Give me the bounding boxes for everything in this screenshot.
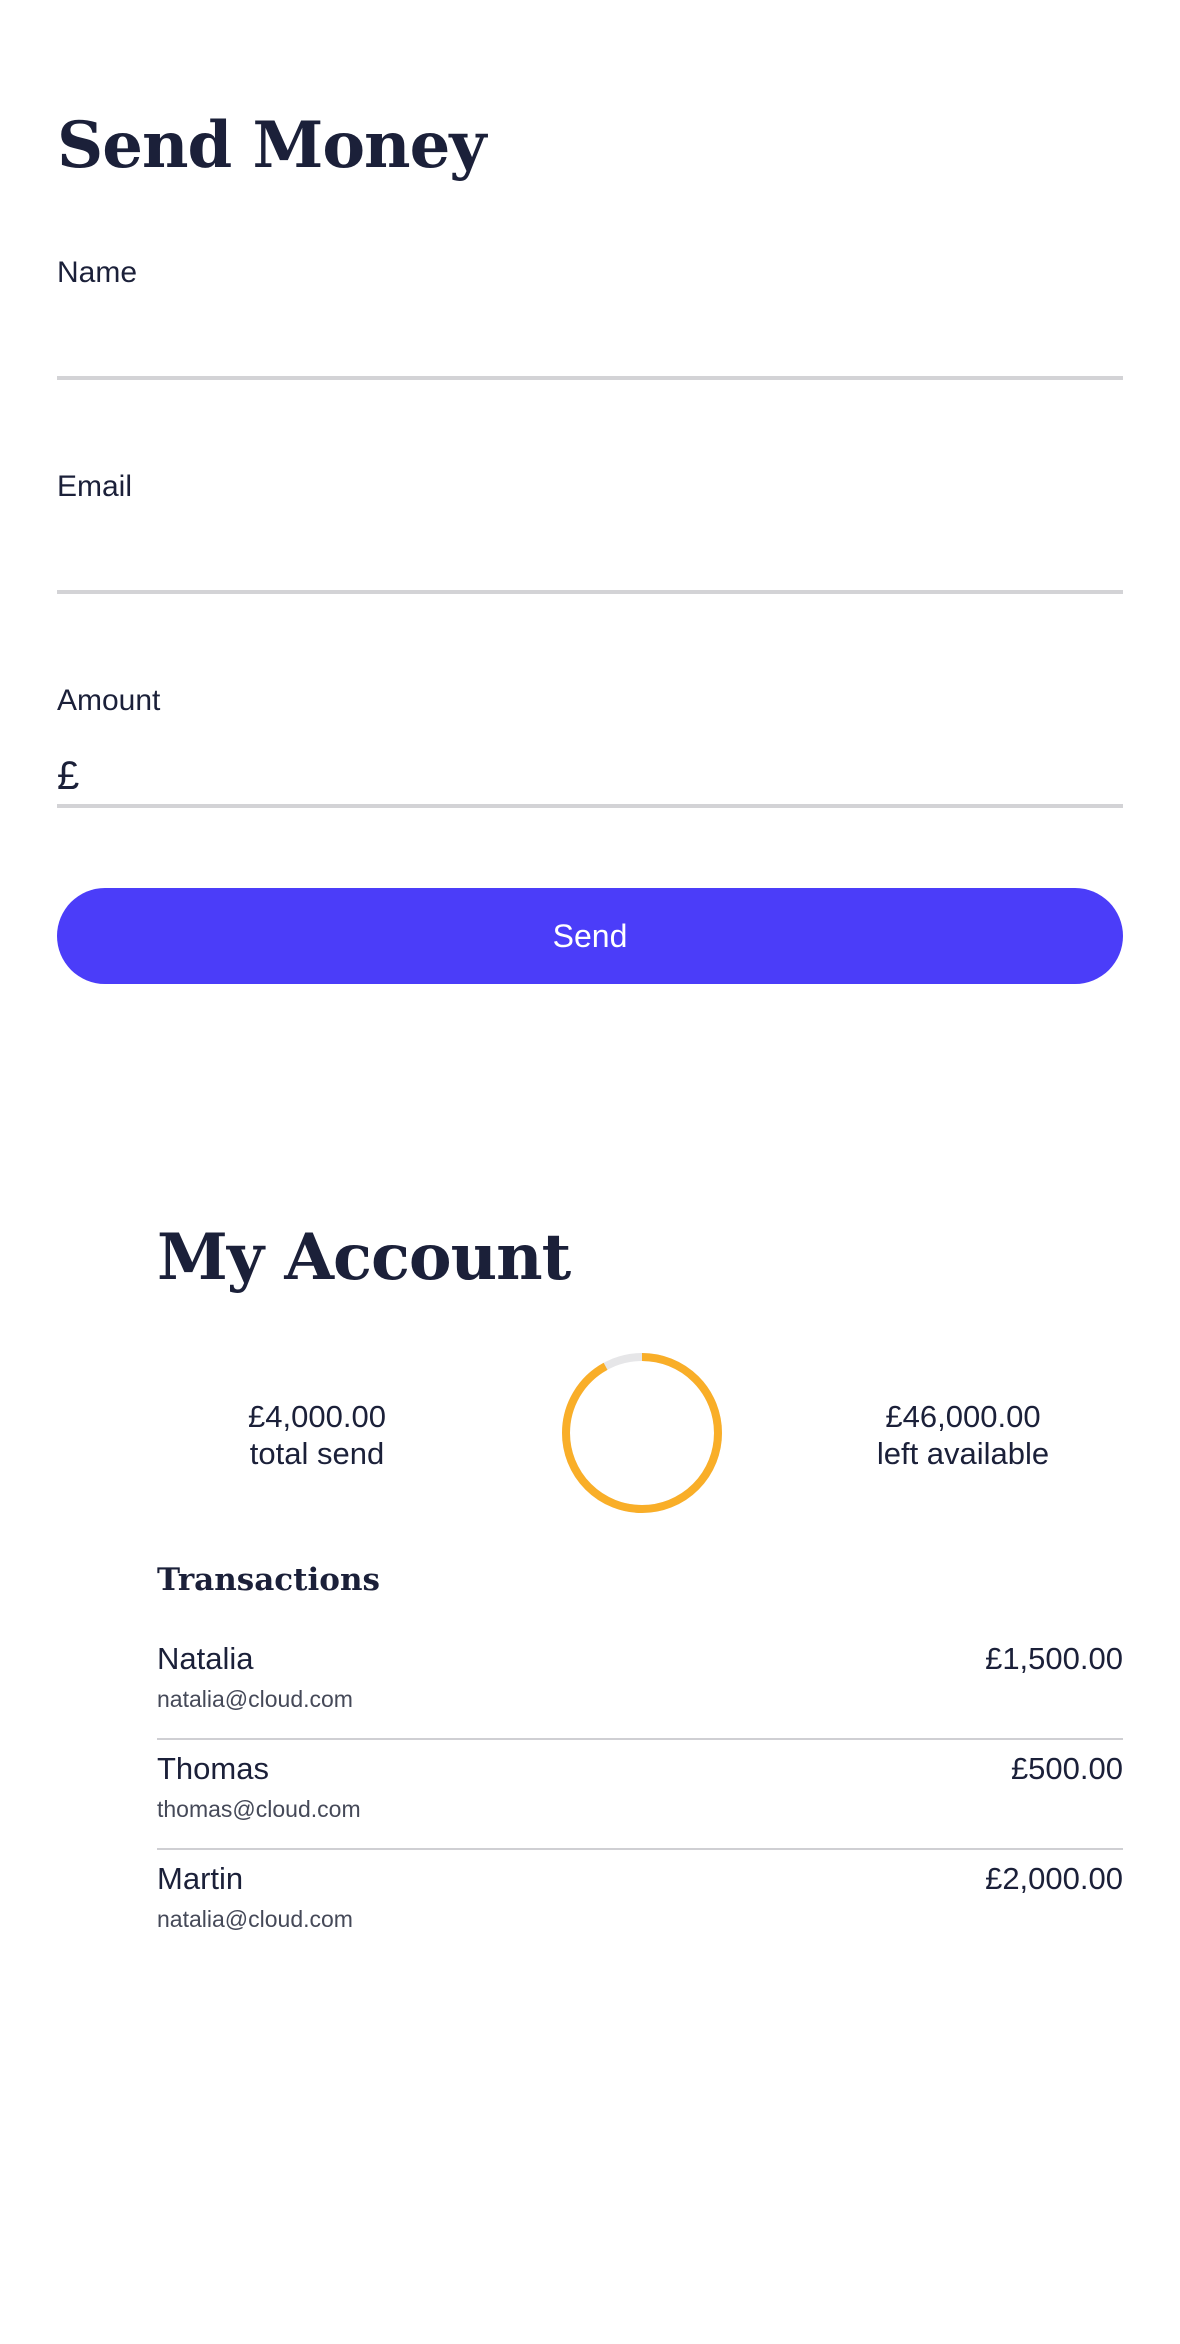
transaction-email: natalia@cloud.com <box>157 1686 353 1712</box>
transaction-row[interactable]: Thomas thomas@cloud.com £500.00 <box>157 1740 1123 1850</box>
transaction-email: natalia@cloud.com <box>157 1906 353 1932</box>
left-available-amount: £46,000.00 <box>885 1399 1041 1434</box>
email-input[interactable] <box>57 524 1123 594</box>
amount-label: Amount <box>57 684 161 717</box>
transactions-list: Natalia natalia@cloud.com £1,500.00 Thom… <box>157 1630 1123 1960</box>
transaction-amount: £1,500.00 <box>985 1641 1123 1676</box>
email-field: Email <box>57 470 1123 620</box>
total-send-label: total send <box>249 1436 385 1471</box>
transaction-row[interactable]: Martin natalia@cloud.com £2,000.00 <box>157 1850 1123 1960</box>
usage-ring-chart <box>562 1353 722 1513</box>
name-input[interactable] <box>57 310 1123 380</box>
transaction-amount: £500.00 <box>1010 1751 1123 1786</box>
transactions-heading: Transactions <box>157 1562 380 1598</box>
transaction-name: Martin <box>157 1861 244 1896</box>
total-send-stat: £4,000.00 total send <box>157 1398 477 1472</box>
left-available-stat: £46,000.00 left available <box>803 1398 1123 1472</box>
page-title: Send Money <box>57 108 486 183</box>
name-field: Name <box>57 256 1123 406</box>
transaction-email: thomas@cloud.com <box>157 1796 361 1822</box>
send-button[interactable]: Send <box>57 888 1123 984</box>
name-label: Name <box>57 256 138 289</box>
account-title: My Account <box>157 1220 571 1295</box>
email-label: Email <box>57 470 133 503</box>
transaction-row[interactable]: Natalia natalia@cloud.com £1,500.00 <box>157 1630 1123 1740</box>
left-available-label: left available <box>876 1436 1050 1471</box>
amount-input[interactable] <box>57 738 1123 808</box>
usage-ring-used <box>562 1353 722 1513</box>
amount-field: Amount £ <box>57 684 1123 834</box>
transaction-name: Natalia <box>157 1641 254 1676</box>
transaction-amount: £2,000.00 <box>985 1861 1123 1896</box>
transaction-name: Thomas <box>157 1751 269 1786</box>
total-send-amount: £4,000.00 <box>248 1399 386 1434</box>
